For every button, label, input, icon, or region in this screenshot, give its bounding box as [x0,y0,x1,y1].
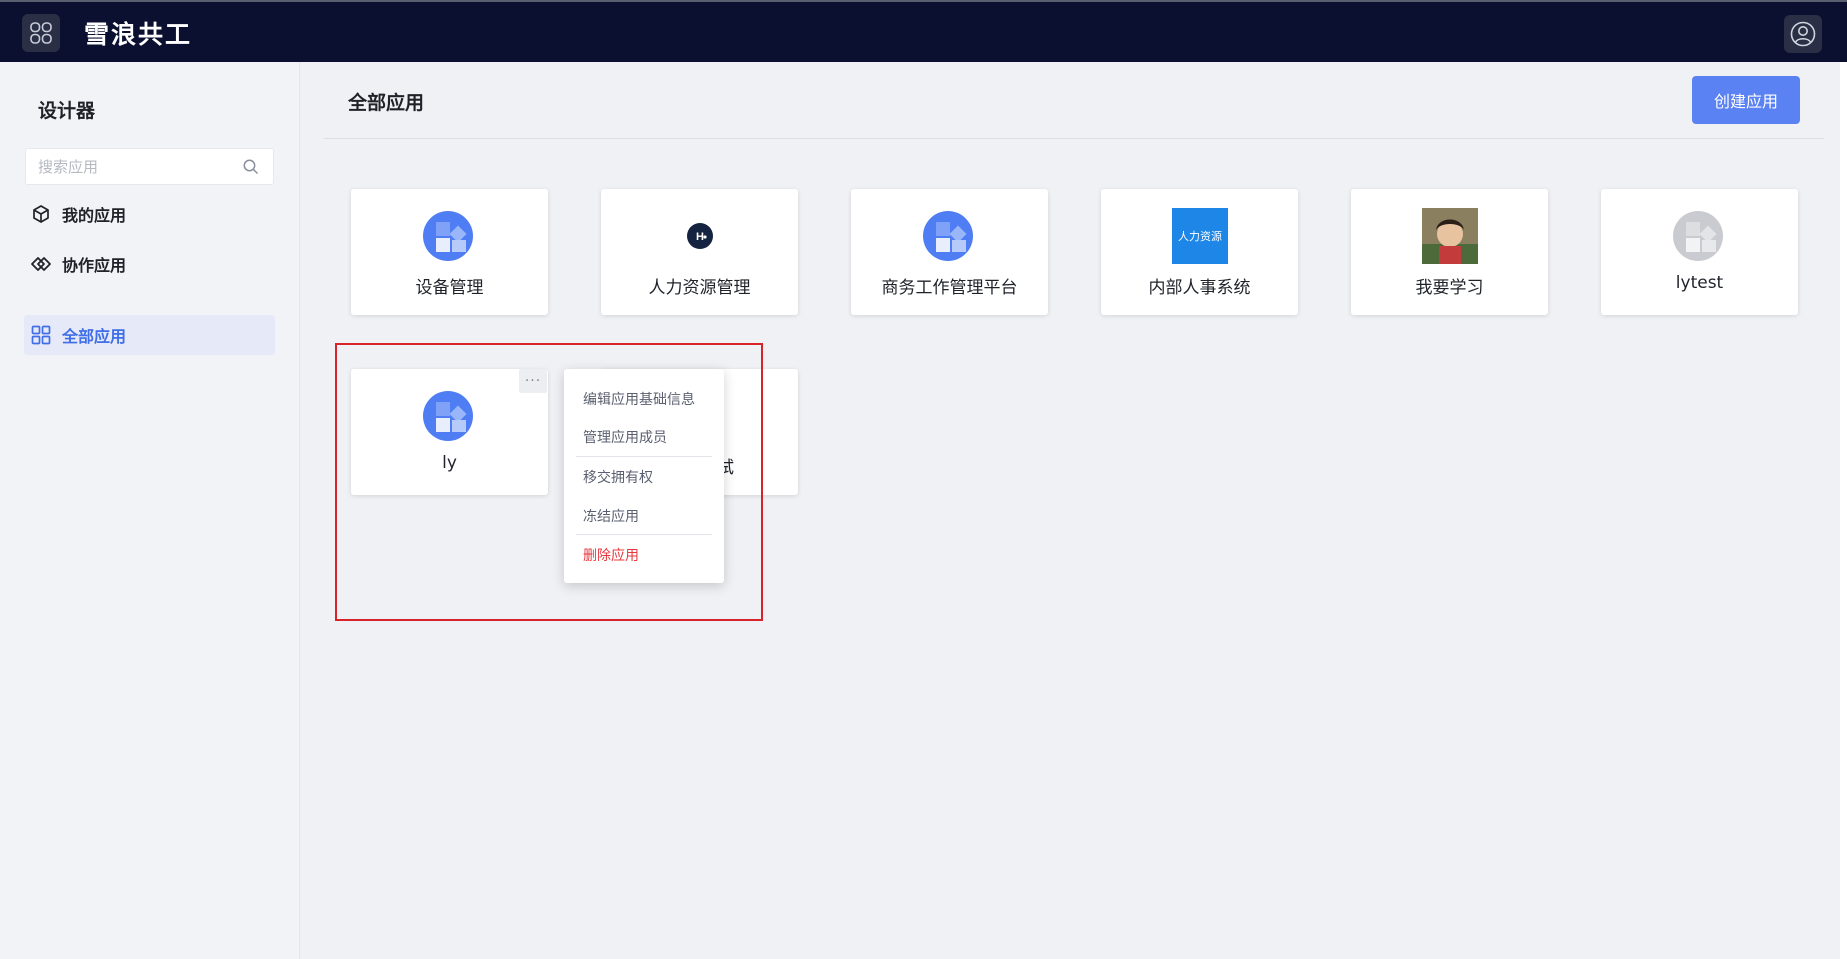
app-name: 设备管理 [415,278,484,298]
app-switch-button[interactable] [22,14,60,52]
grid-icon [30,22,52,44]
photo-logo [1422,208,1478,264]
app-name: 商务工作管理平台 [881,278,1018,298]
cube-icon [30,203,52,225]
scrollbar-track[interactable] [1840,62,1847,959]
app-name: lytest [1675,273,1724,293]
sidebar-item-collab-apps[interactable]: 协作应用 [24,244,275,284]
sidebar-item-label: 全部应用 [62,327,127,346]
app-name: 人力资源管理 [648,278,751,298]
header-divider [324,138,1824,139]
app-name: 我要学习 [1415,278,1484,298]
sidebar-item-all-apps[interactable]: 全部应用 [24,315,275,355]
app-card[interactable]: H 人力资源管理 [601,189,798,315]
search-box[interactable] [25,148,274,185]
sidebar-item-my-apps[interactable]: 我的应用 [24,194,275,234]
collab-icon [30,253,52,275]
search-icon[interactable] [242,158,260,176]
page-title: 全部应用 [348,92,425,114]
user-avatar-button[interactable] [1784,15,1822,53]
sidebar: 设计器 我的应用 [0,62,300,959]
app-name: 内部人事系统 [1148,278,1251,298]
sidebar-title: 设计器 [38,100,96,122]
top-bar: 雪浪共工 [0,0,1847,62]
app-card[interactable]: 设备管理 [351,189,548,315]
logo-text: 人力资源 [1178,231,1222,243]
app-card[interactable]: 人力资源 内部人事系统 [1101,189,1298,315]
app-card[interactable]: lytest [1601,189,1798,315]
create-app-button[interactable]: 创建应用 [1692,76,1800,124]
hr-logo: H [672,208,728,264]
annotation-highlight-box [335,343,763,621]
user-icon [1790,21,1816,47]
app-card[interactable]: 我要学习 [1351,189,1548,315]
hr-banner-logo: 人力资源 [1172,208,1228,264]
search-input[interactable] [38,149,238,184]
svg-text:H: H [696,231,704,243]
default-app-logo [922,208,978,264]
default-app-logo [422,208,478,264]
default-app-logo-gray [1672,208,1728,264]
sidebar-item-label: 我的应用 [62,206,127,225]
app-card[interactable]: 商务工作管理平台 [851,189,1048,315]
brand-name: 雪浪共工 [84,20,193,49]
grid-icon [30,324,52,346]
sidebar-item-label: 协作应用 [62,256,127,275]
